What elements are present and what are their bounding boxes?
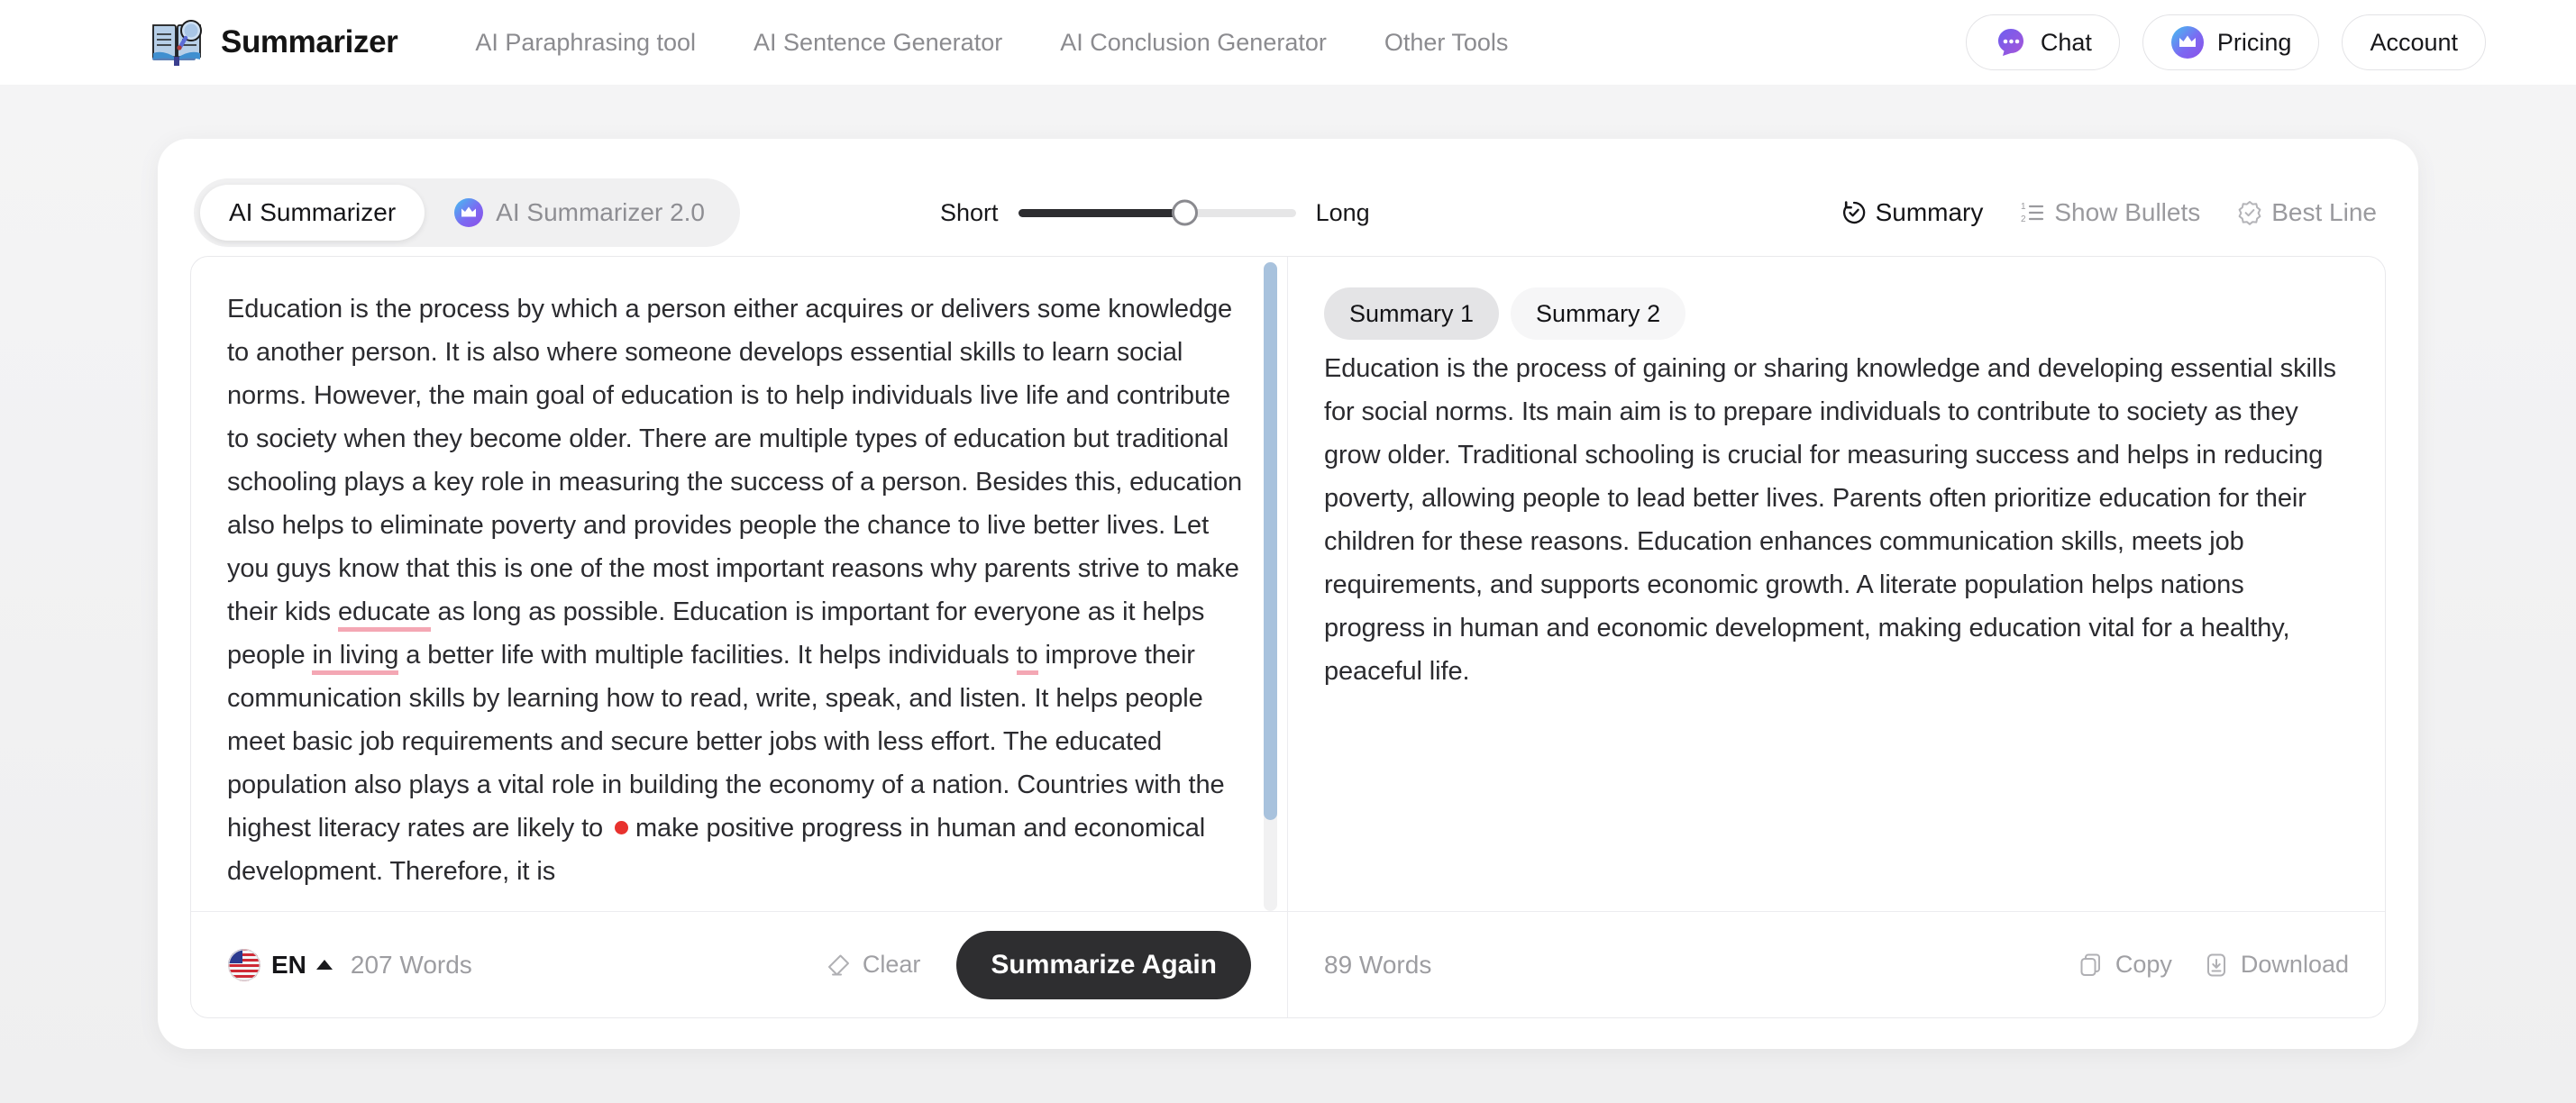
download-icon [2203, 952, 2230, 979]
input-actions: Clear Summarize Again [825, 930, 1251, 999]
book-magnifier-icon [149, 17, 205, 68]
grammar-error-span[interactable]: educate [338, 597, 431, 632]
tab-summary-1[interactable]: Summary 1 [1324, 287, 1500, 340]
card-toolbar: AI Summarizer AI Summarizer 2.0 Short Lo… [188, 169, 2388, 256]
chat-bubble-icon [1994, 25, 2028, 59]
editor-panels: Education is the process by which a pers… [190, 256, 2386, 1018]
language-selector[interactable]: EN [227, 948, 333, 982]
language-code: EN [271, 950, 306, 979]
nav-item-other-tools[interactable]: Other Tools [1384, 29, 1509, 57]
brand[interactable]: Summarizer [149, 17, 398, 68]
input-text-area[interactable]: Education is the process by which a pers… [191, 257, 1287, 911]
account-label: Account [2370, 28, 2458, 56]
input-text[interactable]: Education is the process by which a pers… [227, 287, 1246, 893]
pricing-label: Pricing [2216, 28, 2292, 56]
output-mode-group: Summary 1 2 Show Bullets Best Line [1841, 198, 2382, 227]
nav-item-conclusion-generator[interactable]: AI Conclusion Generator [1060, 29, 1327, 57]
length-slider-group: Short Long [940, 199, 1370, 227]
input-pane: Education is the process by which a pers… [191, 257, 1288, 1017]
copy-label: Copy [2115, 951, 2172, 978]
input-footer: EN 207 Words Clear Summarize Again [191, 911, 1287, 1017]
mode-tabs: AI Summarizer AI Summarizer 2.0 [194, 178, 741, 247]
length-slider[interactable] [1018, 199, 1296, 226]
header-actions: Chat Pricing Account [1965, 14, 2486, 70]
mode-best-line[interactable]: Best Line [2236, 198, 2377, 227]
grammar-error-span[interactable]: to [1016, 641, 1038, 675]
chat-button[interactable]: Chat [1965, 14, 2120, 70]
tab-ai-summarizer[interactable]: AI Summarizer [200, 185, 425, 241]
numbered-list-icon: 1 2 [2019, 199, 2046, 226]
summarizer-card: AI Summarizer AI Summarizer 2.0 Short Lo… [158, 139, 2418, 1049]
pricing-button[interactable]: Pricing [2142, 14, 2320, 70]
output-pane: Summary 1 Summary 2 Education is the pro… [1288, 257, 2385, 1017]
eraser-icon [825, 952, 852, 979]
clear-button[interactable]: Clear [825, 951, 921, 979]
main-nav: AI Paraphrasing tool AI Sentence Generat… [475, 29, 1508, 57]
nav-item-sentence-generator[interactable]: AI Sentence Generator [754, 29, 1002, 57]
brand-name: Summarizer [221, 24, 398, 59]
input-word-count: 207 Words [350, 950, 472, 979]
slider-max-label: Long [1315, 198, 1370, 226]
tab-summary-2[interactable]: Summary 2 [1511, 287, 1686, 340]
mode-summary[interactable]: Summary [1841, 198, 1984, 227]
mode-show-bullets[interactable]: 1 2 Show Bullets [2019, 198, 2200, 227]
output-footer: 89 Words Copy Download [1288, 911, 2385, 1017]
history-check-icon [1841, 199, 1868, 226]
crown-icon [453, 197, 484, 228]
summarize-again-button[interactable]: Summarize Again [956, 930, 1251, 999]
top-header: Summarizer AI Paraphrasing tool AI Sente… [0, 0, 2576, 85]
grammar-error-span[interactable]: in living [312, 641, 398, 675]
mode-best-line-label: Best Line [2271, 198, 2377, 226]
svg-text:1: 1 [2021, 202, 2026, 212]
badge-check-icon [2236, 199, 2263, 226]
download-button[interactable]: Download [2203, 951, 2349, 979]
output-word-count: 89 Words [1324, 950, 1432, 979]
caret-up-icon[interactable] [315, 960, 333, 970]
input-scrollbar[interactable] [1264, 262, 1277, 911]
clear-label: Clear [862, 951, 921, 978]
summary-tabs: Summary 1 Summary 2 [1324, 287, 2349, 340]
output-text-area[interactable]: Summary 1 Summary 2 Education is the pro… [1288, 257, 2385, 911]
mode-summary-label: Summary [1875, 198, 1984, 226]
output-text: Education is the process of gaining or s… [1324, 354, 2336, 686]
crown-icon [2170, 25, 2205, 59]
grammar-dot-marker[interactable] [615, 821, 629, 834]
copy-icon [2078, 952, 2105, 979]
copy-button[interactable]: Copy [2078, 951, 2172, 979]
nav-item-paraphrasing[interactable]: AI Paraphrasing tool [475, 29, 696, 57]
svg-text:2: 2 [2021, 214, 2026, 224]
output-actions: Copy Download [2078, 951, 2349, 979]
tab-ai-summarizer-2-label: AI Summarizer 2.0 [496, 198, 706, 226]
slider-thumb[interactable] [1172, 199, 1199, 226]
tab-ai-summarizer-label: AI Summarizer [229, 198, 397, 226]
slider-min-label: Short [940, 198, 999, 226]
tab-ai-summarizer-2[interactable]: AI Summarizer 2.0 [425, 185, 734, 241]
page-stage: AI Summarizer AI Summarizer 2.0 Short Lo… [0, 85, 2576, 1103]
chat-label: Chat [2040, 28, 2092, 56]
download-label: Download [2240, 951, 2349, 978]
mode-show-bullets-label: Show Bullets [2054, 198, 2201, 226]
us-flag-icon [227, 948, 261, 982]
input-scrollbar-thumb[interactable] [1264, 262, 1277, 821]
account-button[interactable]: Account [2342, 14, 2486, 70]
